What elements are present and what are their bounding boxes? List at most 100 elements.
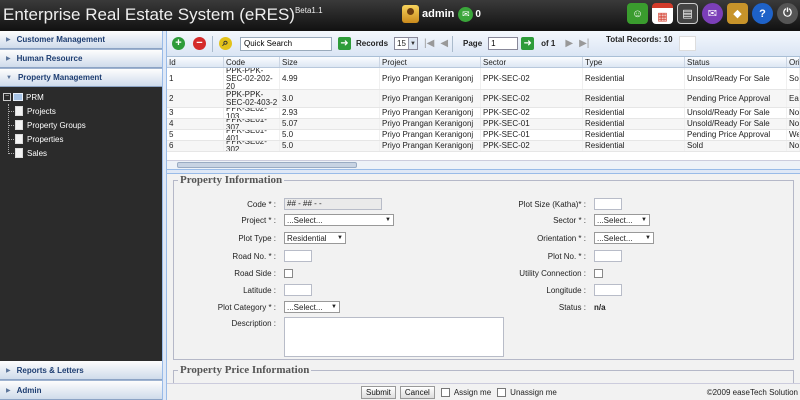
column-header-project[interactable]: Project [380, 57, 481, 67]
app-title: Enterprise Real Estate System (eRES)Beta… [3, 5, 323, 25]
plot-no-input[interactable] [594, 250, 622, 262]
collapse-icon[interactable]: − [3, 93, 11, 101]
folder-icon [13, 93, 23, 101]
cell-project: Priyo Prangan Keranigonj [380, 119, 481, 129]
scroll-thumb[interactable] [177, 162, 357, 168]
cell-code: PPK-PPK- SEC-02-403-2 [224, 90, 280, 107]
expand-arrow-icon: ▶ [6, 37, 11, 43]
search-go-icon[interactable]: ➜ [338, 37, 351, 50]
utility-connection-checkbox[interactable] [594, 268, 603, 278]
table-row[interactable]: 5 PPK-SE01-401 5.0 Priyo Prangan Keranigonj… [167, 130, 800, 141]
page-go-icon[interactable]: ➜ [521, 37, 535, 50]
longitude-input[interactable] [594, 284, 622, 296]
help-icon[interactable]: ? [752, 3, 773, 24]
assign-me-checkbox[interactable] [440, 387, 450, 397]
next-page-icon[interactable]: ▶ [565, 38, 573, 49]
plot-size-label: Plot Size (Katha)* : [518, 199, 586, 209]
plot-no-label: Plot No. * : [547, 251, 586, 261]
prev-page-icon[interactable]: ◀ [440, 38, 448, 49]
description-label: Description : [231, 319, 276, 328]
cell-size: 5.0 [280, 141, 380, 151]
cell-project: Priyo Prangan Keranigonj [380, 141, 481, 151]
message-icon[interactable]: ✉ [458, 6, 474, 22]
sidebar-section-admin[interactable]: ▶ Admin [0, 381, 162, 400]
cancel-button[interactable]: Cancel [399, 385, 435, 399]
cell-size: 4.99 [280, 68, 380, 89]
page-input[interactable] [488, 37, 519, 50]
page-icon [15, 106, 23, 116]
sidebar-section-property-management[interactable]: ▼ Property Management [0, 69, 162, 87]
cell-id: 2 [167, 90, 224, 107]
tree-item-projects[interactable]: Projects [0, 104, 162, 118]
code-input[interactable]: ## - ## - - [284, 198, 382, 210]
cell-type: Residential [583, 119, 685, 129]
delete-icon[interactable]: − [193, 37, 206, 50]
app-version: Beta1.1 [294, 6, 323, 15]
cell-id: 5 [167, 130, 224, 140]
cell-size: 2.93 [280, 108, 380, 118]
column-header-id[interactable]: Id [167, 57, 224, 67]
description-textarea[interactable] [284, 317, 504, 357]
tree-item-properties[interactable]: Properties [0, 132, 162, 146]
table-row[interactable]: 4 PPK-SE01-307 5.07 Priyo Prangan Keranigon… [167, 119, 800, 130]
quick-search-input[interactable] [240, 36, 332, 51]
tree-item-property-groups[interactable]: Property Groups [0, 118, 162, 132]
calendar-icon[interactable]: ▦ [652, 3, 673, 24]
plot-size-input[interactable] [594, 198, 622, 210]
unassign-me-checkbox[interactable] [497, 387, 507, 397]
records-label: Records [356, 39, 389, 48]
cell-sector: PPK-SEC-01 [481, 130, 583, 140]
cell-status: Sold [685, 141, 787, 151]
search-icon[interactable]: ⌕ [219, 37, 232, 50]
status-value: n/a [594, 302, 606, 312]
messenger-icon[interactable]: ✉ [702, 3, 723, 24]
table-row[interactable]: 1 PPK-PPK- SEC-02-202-20 4.99 Priyo Prangan… [167, 68, 800, 90]
sidebar-section-human-resource[interactable]: ▶ Human Resource [0, 50, 162, 68]
longitude-label: Longitude : [546, 285, 586, 295]
fieldset-legend: Property Information [178, 174, 285, 186]
plot-category-select[interactable]: ...Select... ▼ [284, 301, 340, 313]
table-row[interactable]: 2 PPK-PPK- SEC-02-403-2 3.0 Priyo Prangan K… [167, 90, 800, 108]
road-side-checkbox[interactable] [284, 268, 293, 278]
form-actions: Submit Cancel Assign me Unassign me ©200… [167, 383, 800, 400]
submit-button[interactable]: Submit [361, 385, 396, 399]
column-header-sector[interactable]: Sector [481, 57, 583, 67]
latitude-input[interactable] [284, 284, 312, 296]
add-icon[interactable]: + [172, 37, 185, 50]
chat-icon[interactable]: ☺ [627, 3, 648, 24]
cell-status: Unsold/Ready For Sale [685, 108, 787, 118]
column-header-code[interactable]: Code [224, 57, 280, 67]
project-select[interactable]: ...Select... ▼ [284, 214, 394, 226]
tree-item-sales[interactable]: Sales [0, 146, 162, 160]
sidebar-section-customer-management[interactable]: ▶ Customer Management [0, 31, 162, 49]
cell-project: Priyo Prangan Keranigonj [380, 90, 481, 107]
records-select[interactable]: 15 ▼ [394, 37, 419, 50]
cell-project: Priyo Prangan Keranigonj [380, 108, 481, 118]
tree-label: Property Groups [27, 120, 86, 130]
table-row[interactable]: 3 PPK-SE02-103 2.93 Priyo Prangan Keranigon… [167, 108, 800, 119]
orientation-label: Orientation * : [537, 233, 586, 243]
section-label: Reports & Letters [16, 365, 84, 375]
sector-select[interactable]: ...Select... ▼ [594, 214, 650, 226]
first-page-icon[interactable]: |◀ [424, 38, 434, 49]
calculator-icon[interactable]: ▤ [677, 3, 698, 24]
column-header-type[interactable]: Type [583, 57, 685, 67]
column-header-size[interactable]: Size [280, 57, 380, 67]
horizontal-scrollbar[interactable] [167, 160, 800, 169]
badge-icon[interactable]: ◆ [727, 3, 748, 24]
sidebar-section-reports-letters[interactable]: ▶ Reports & Letters [0, 361, 162, 380]
power-icon[interactable]: ⏻ [777, 3, 798, 24]
tree-root-prm[interactable]: − PRM [0, 90, 162, 104]
column-header-orientation[interactable]: Ori [787, 57, 800, 67]
road-no-input[interactable] [284, 250, 312, 262]
last-page-icon[interactable]: ▶| [579, 38, 589, 49]
property-information-fieldset: Property Information Code * : ## - ## - … [173, 174, 794, 360]
plot-type-select[interactable]: Residential ▼ [284, 232, 346, 244]
cell-status: Unsold/Ready For Sale [685, 68, 787, 89]
orientation-select[interactable]: ...Select... ▼ [594, 232, 654, 244]
column-header-status[interactable]: Status [685, 57, 787, 67]
user-info[interactable]: admin ✉ 0 [402, 5, 481, 23]
cell-size: 5.0 [280, 130, 380, 140]
table-row[interactable]: 6 PPK-SE02-302 5.0 Priyo Prangan Keranigonj… [167, 141, 800, 152]
cell-status: Unsold/Ready For Sale [685, 119, 787, 129]
